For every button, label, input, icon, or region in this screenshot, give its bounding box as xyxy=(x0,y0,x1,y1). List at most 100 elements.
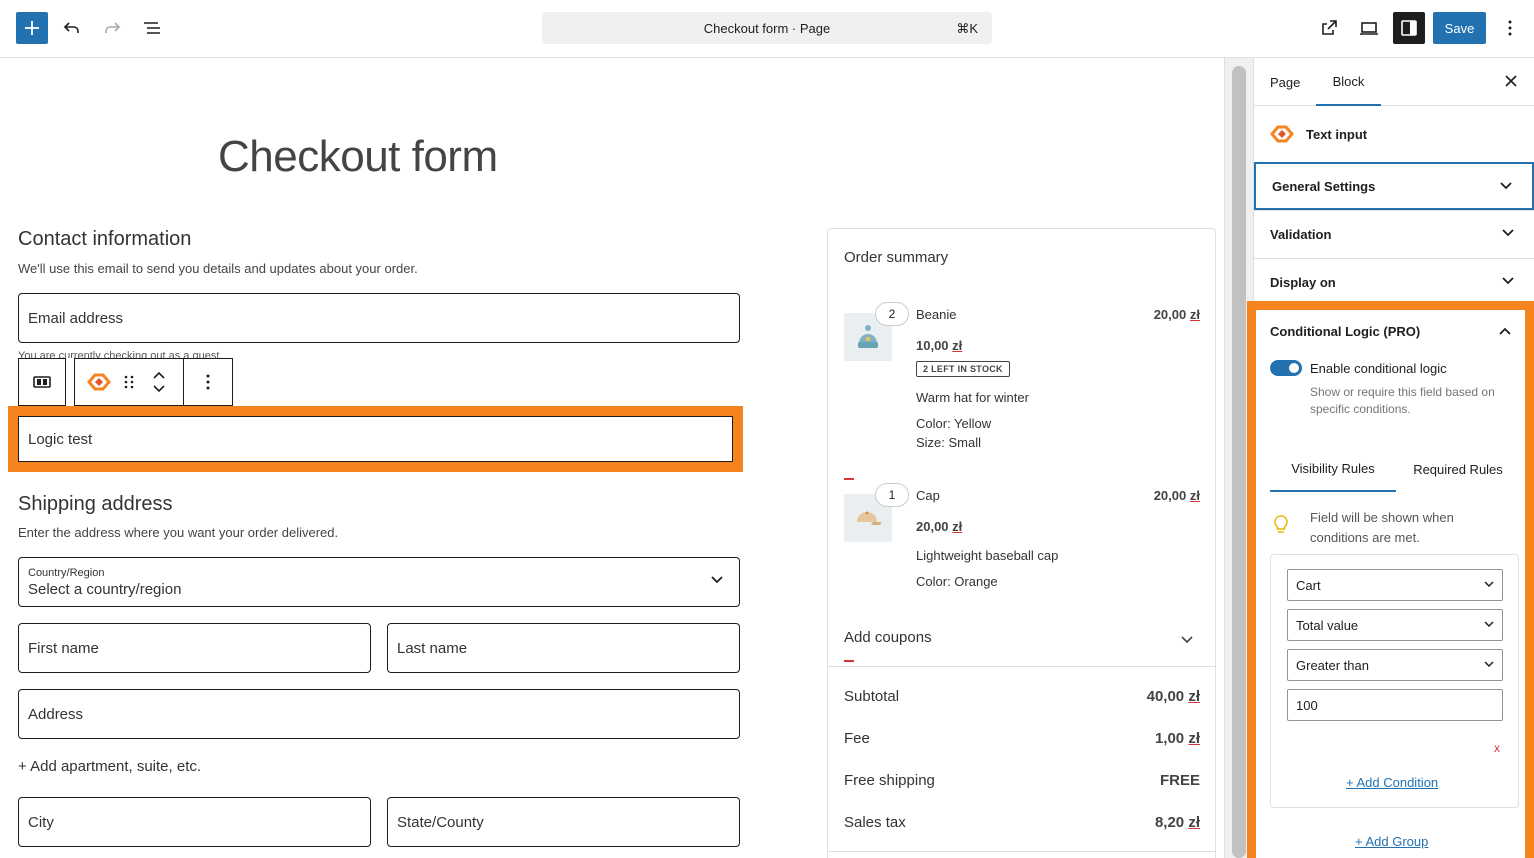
last-name-field[interactable]: Last name xyxy=(387,623,740,673)
chevron-down-icon xyxy=(1502,229,1514,237)
state-field[interactable]: State/County xyxy=(387,797,740,847)
email-field[interactable]: Email address xyxy=(18,293,740,343)
move-buttons xyxy=(135,359,185,405)
plus-icon xyxy=(25,21,39,35)
divider xyxy=(828,851,1215,852)
document-overview-button[interactable] xyxy=(136,12,168,44)
add-condition-link[interactable]: + Add Condition xyxy=(1346,775,1438,790)
block-options-icon[interactable] xyxy=(184,373,232,391)
column-block-icon xyxy=(33,376,51,388)
panel-title: Display on xyxy=(1270,275,1336,290)
rule-value-input[interactable]: 100 xyxy=(1287,689,1503,721)
document-title: Checkout form · Page xyxy=(703,20,831,36)
item-name: Cap xyxy=(916,488,940,503)
block-toolbar xyxy=(74,358,233,406)
order-summary: Order summary 2 Beanie 20,00 zł 10,00 zł… xyxy=(827,228,1216,858)
fee-label: Fee xyxy=(844,730,870,747)
rule-property-value: Total value xyxy=(1296,617,1359,633)
divider xyxy=(828,666,1215,667)
address-field[interactable]: Address xyxy=(18,689,740,739)
rule-operator-select[interactable]: Greater than xyxy=(1287,649,1503,681)
chevron-down-icon xyxy=(1484,621,1494,628)
add-group-link[interactable]: + Add Group xyxy=(1355,834,1428,849)
plugin-logo-icon[interactable] xyxy=(75,372,123,392)
redo-button[interactable] xyxy=(96,12,128,44)
plugin-logo-icon xyxy=(1270,125,1294,143)
tab-block[interactable]: Block xyxy=(1316,58,1381,106)
chevron-down-icon xyxy=(711,576,723,584)
subtotal-value: 40,00 zł xyxy=(1147,688,1200,705)
currency-symbol: zł xyxy=(1189,307,1200,322)
editor-canvas: Checkout form Contact information We'll … xyxy=(0,58,1224,858)
chevron-down-icon xyxy=(1502,277,1514,285)
currency-symbol: zł xyxy=(1188,688,1200,705)
chevron-up-icon[interactable] xyxy=(153,371,165,379)
view-page-button[interactable] xyxy=(1313,12,1345,44)
tax-value: 8,20 zł xyxy=(1155,814,1200,831)
item-description: Lightweight baseball cap xyxy=(916,548,1059,563)
sidebar-icon xyxy=(1401,20,1417,36)
drag-handle-icon[interactable] xyxy=(123,374,135,390)
currency-symbol: zł xyxy=(1188,730,1200,747)
add-block-button[interactable] xyxy=(16,12,48,44)
add-coupons-toggle[interactable]: Add coupons xyxy=(844,629,932,646)
item-total: 20,00 zł xyxy=(1154,488,1200,503)
settings-toggle-button[interactable] xyxy=(1393,12,1425,44)
command-palette-bar[interactable]: Checkout form · Page ⌘K xyxy=(542,12,992,44)
toggle-help: Show or require this field based on spec… xyxy=(1310,385,1495,416)
quantity-badge: 1 xyxy=(875,483,909,507)
close-icon[interactable] xyxy=(1504,74,1518,88)
error-mark xyxy=(844,478,854,480)
panel-display-on[interactable]: Display on xyxy=(1254,258,1534,306)
contact-description: We'll use this email to send you details… xyxy=(18,261,418,276)
block-parent-selector[interactable] xyxy=(18,358,66,406)
tab-visibility-rules[interactable]: Visibility Rules xyxy=(1270,446,1396,492)
enable-conditional-toggle[interactable] xyxy=(1270,360,1302,376)
tab-page[interactable]: Page xyxy=(1270,58,1300,106)
item-name: Beanie xyxy=(916,307,957,322)
preview-device-button[interactable] xyxy=(1353,12,1385,44)
page-title[interactable]: Checkout form xyxy=(218,132,498,182)
conditional-logic-panel: Conditional Logic (PRO) Enable condition… xyxy=(1247,301,1534,858)
item-attribute: Size: Small xyxy=(916,435,982,450)
panel-general-settings[interactable]: General Settings xyxy=(1254,162,1534,210)
shipping-description: Enter the address where you want your or… xyxy=(18,525,339,540)
condition-group: Cart Total value Greater than 100 x + Ad… xyxy=(1270,554,1519,808)
city-field[interactable]: City xyxy=(18,797,371,847)
logic-test-field[interactable]: Logic test xyxy=(18,416,733,462)
remove-condition-button[interactable]: x xyxy=(1494,741,1500,755)
currency-symbol: zł xyxy=(1189,488,1200,503)
tax-label: Sales tax xyxy=(844,814,906,831)
redo-icon xyxy=(105,22,121,33)
panel-validation[interactable]: Validation xyxy=(1254,210,1534,258)
scrollbar-thumb[interactable] xyxy=(1232,66,1246,858)
panel-title: Validation xyxy=(1270,227,1332,242)
tax-amount: 8,20 xyxy=(1154,814,1185,831)
external-link-icon xyxy=(1322,20,1337,35)
subtotal-amount: 40,00 xyxy=(1146,688,1185,705)
save-button[interactable]: Save xyxy=(1433,12,1486,44)
item-unit-amount: 10,00 xyxy=(916,338,949,353)
options-menu-button[interactable] xyxy=(1494,12,1526,44)
rule-source-value: Cart xyxy=(1296,577,1321,593)
rule-operator-value: Greater than xyxy=(1296,657,1369,673)
logic-test-label: Logic test xyxy=(28,430,93,448)
chevron-down-icon[interactable] xyxy=(1181,636,1193,644)
first-name-field[interactable]: First name xyxy=(18,623,371,673)
currency-symbol: zł xyxy=(952,519,963,534)
undo-button[interactable] xyxy=(56,12,88,44)
rule-property-select[interactable]: Total value xyxy=(1287,609,1503,641)
shipping-value: FREE xyxy=(1159,772,1200,789)
list-view-icon xyxy=(144,22,160,34)
conditional-logic-title[interactable]: Conditional Logic (PRO) xyxy=(1270,324,1420,339)
add-apartment-link[interactable]: + Add apartment, suite, etc. xyxy=(18,758,201,775)
chevron-up-icon[interactable] xyxy=(1499,327,1511,335)
desktop-icon xyxy=(1360,22,1378,35)
rule-source-select[interactable]: Cart xyxy=(1287,569,1503,601)
tab-required-rules[interactable]: Required Rules xyxy=(1408,446,1508,492)
country-select[interactable]: Country/Region Select a country/region xyxy=(18,557,740,607)
error-mark xyxy=(844,660,854,662)
undo-icon xyxy=(63,22,79,33)
last-name-label: Last name xyxy=(397,639,468,657)
chevron-down-icon[interactable] xyxy=(153,385,165,393)
